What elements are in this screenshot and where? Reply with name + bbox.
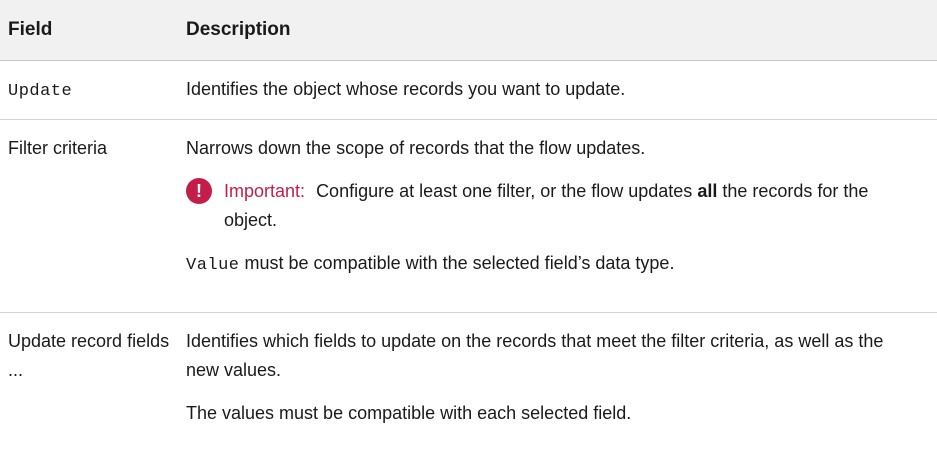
value-note-text: must be compatible with the selected fie…: [244, 253, 675, 273]
table-row: Update record fields ... Identifies whic…: [0, 313, 937, 429]
compatibility-note: The values must be compatible with each …: [186, 403, 632, 423]
value-note: Value must be compatible with the select…: [186, 249, 909, 280]
important-text: Important: Configure at least one filter…: [224, 177, 909, 235]
important-callout: ! Important: Configure at least one filt…: [186, 177, 909, 235]
field-description-table: Field Description Update Identifies the …: [0, 0, 937, 428]
field-name-code: Update: [8, 82, 73, 101]
important-label: Important:: [224, 181, 306, 201]
table-header-row: Field Description: [0, 0, 937, 61]
description-text: Narrows down the scope of records that t…: [186, 138, 646, 158]
description-column-header: Description: [182, 0, 937, 61]
field-column-header: Field: [0, 0, 182, 61]
important-text-bold: all: [697, 181, 718, 201]
description-text: Identifies the object whose records you …: [186, 79, 626, 99]
description-cell: Identifies which fields to update on the…: [182, 313, 937, 429]
description-cell: Narrows down the scope of records that t…: [182, 119, 937, 313]
field-cell: Filter criteria: [0, 119, 182, 313]
field-cell: Update record fields ...: [8, 331, 170, 380]
value-code: Value: [186, 256, 240, 275]
table-row: Filter criteria Narrows down the scope o…: [0, 119, 937, 313]
exclamation-circle-icon: !: [186, 178, 212, 204]
field-cell: Update: [0, 60, 182, 120]
important-text-before: Configure at least one filter, or the fl…: [316, 181, 693, 201]
table-row: Update Identifies the object whose recor…: [0, 60, 937, 120]
description-cell: Identifies the object whose records you …: [182, 60, 937, 120]
description-text: Identifies which fields to update on the…: [186, 331, 884, 380]
